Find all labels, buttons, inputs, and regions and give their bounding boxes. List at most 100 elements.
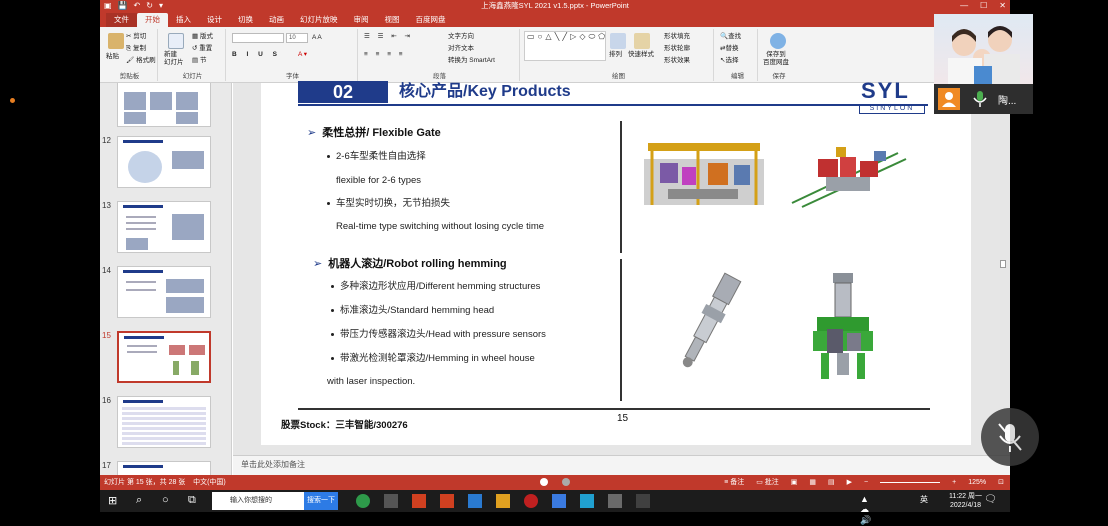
shapes-gallery[interactable]: ▭○△╲╱▷◇⬭⬠☆⌒⟶⬚◠⌓ xyxy=(524,31,606,61)
cortana-icon[interactable]: ○ xyxy=(162,494,176,508)
browser-search-button[interactable]: 搜索一下 xyxy=(304,492,338,510)
app-icon[interactable] xyxy=(552,494,566,508)
new-slide-button[interactable]: 新建 幻灯片 xyxy=(164,51,184,67)
hemming-head-image[interactable] xyxy=(668,267,748,377)
shape-effects-button[interactable]: 形状效果 xyxy=(664,57,690,65)
copy-button[interactable]: ⎘ 复制 xyxy=(126,45,146,53)
tab-review[interactable]: 审阅 xyxy=(346,13,377,27)
thumbnail-row[interactable] xyxy=(100,83,231,127)
tab-view[interactable]: 视图 xyxy=(377,13,408,27)
microphone-icon[interactable] xyxy=(972,90,988,108)
zoom-out-button[interactable]: − xyxy=(864,475,868,490)
task-view-icon[interactable]: ⧉ xyxy=(188,494,202,508)
arrange-icon[interactable] xyxy=(610,33,626,49)
arrange-button[interactable]: 排列 xyxy=(609,51,622,59)
zoom-level[interactable]: 125% xyxy=(968,475,986,490)
notification-icon[interactable]: 🗨 xyxy=(984,494,998,508)
hemming-head-sensor-image[interactable] xyxy=(803,271,883,389)
slide-thumbnails-panel[interactable]: 12 13 14 15 16 17 xyxy=(100,83,232,475)
bullet-item[interactable]: 车型实时切换，无节拍损失 xyxy=(327,198,450,210)
powerpoint-app-icon[interactable] xyxy=(440,494,454,508)
slide-thumbnail[interactable] xyxy=(117,201,211,253)
bullet-item[interactable]: 2-6车型柔性自由选择 xyxy=(327,151,426,163)
slide-title[interactable]: 核心产品/Key Products xyxy=(399,82,571,102)
save-to-netdisk-button[interactable]: 保存到 百度网盘 xyxy=(763,51,789,67)
mute-mic-button[interactable] xyxy=(981,408,1039,466)
app-icon[interactable] xyxy=(608,494,622,508)
tray-icons[interactable]: ▲ ☁ 🔊 xyxy=(860,494,874,525)
section-heading-robot-hemming[interactable]: ➢ 机器人滚边/Robot rolling hemming xyxy=(313,257,507,271)
reading-view-icon[interactable]: ▤ xyxy=(828,475,835,490)
quick-styles-button[interactable]: 快速样式 xyxy=(628,51,654,59)
paste-button[interactable]: 粘贴 xyxy=(106,53,119,61)
find-button[interactable]: 🔍查找 xyxy=(720,33,741,41)
slide-thumbnail-active[interactable] xyxy=(117,331,211,383)
slide-thumbnail[interactable] xyxy=(117,266,211,318)
video-call-tile[interactable]: 陶... xyxy=(934,14,1033,114)
thumbnail-row[interactable]: 12 xyxy=(100,136,231,188)
wechat-app-icon[interactable] xyxy=(356,494,370,508)
tab-slideshow[interactable]: 幻灯片放映 xyxy=(292,13,346,27)
bullet-item[interactable]: 标准滚边头/Standard hemming head xyxy=(331,305,494,317)
shape-outline-button[interactable]: 形状轮廓 xyxy=(664,45,690,53)
comments-toggle[interactable]: ▭ 批注 xyxy=(756,475,779,490)
quick-styles-icon[interactable] xyxy=(634,33,650,49)
flexible-gate-layout-image[interactable] xyxy=(788,143,908,209)
tab-animations[interactable]: 动画 xyxy=(261,13,292,27)
slide-thumbnail[interactable] xyxy=(117,461,211,475)
app-icon[interactable] xyxy=(412,494,426,508)
font-size-box[interactable]: 10 xyxy=(286,33,308,43)
slide-thumbnail[interactable] xyxy=(117,396,211,448)
section-button[interactable]: ▤ 节 xyxy=(192,57,206,65)
search-icon[interactable]: ⌕ xyxy=(136,494,150,508)
bullet-item[interactable]: 带压力传感器滚边头/Head with pressure sensors xyxy=(331,329,546,341)
tab-home[interactable]: 开始 xyxy=(137,13,168,27)
font-color-button[interactable]: A ▾ xyxy=(298,51,307,59)
bullet-item[interactable]: 多种滚边形状应用/Different hemming structures xyxy=(331,281,540,293)
zoom-in-button[interactable]: + xyxy=(952,475,956,490)
zoom-slider[interactable] xyxy=(880,482,941,483)
thumbnail-row[interactable]: 14 xyxy=(100,266,231,318)
slide-thumbnail[interactable] xyxy=(117,136,211,188)
font-grow-shrink[interactable]: A A xyxy=(312,34,322,42)
app-icon[interactable] xyxy=(384,494,398,508)
new-slide-icon[interactable] xyxy=(168,33,184,49)
align-buttons[interactable]: ≡ ≡ ≡ ≡ xyxy=(364,51,406,59)
text-direction-button[interactable]: 文字方向 xyxy=(448,33,474,41)
sorter-view-icon[interactable]: ▦ xyxy=(809,475,816,490)
minimize-button[interactable]: — xyxy=(960,0,968,11)
bullet-continuation[interactable]: flexible for 2-6 types xyxy=(336,175,421,187)
tab-transitions[interactable]: 切换 xyxy=(230,13,261,27)
language-indicator[interactable]: 中文(中国) xyxy=(193,479,226,486)
ime-indicator[interactable]: 英 xyxy=(920,494,934,508)
font-style-buttons[interactable]: B I U S xyxy=(232,51,281,59)
browser-search-input[interactable]: 输入你想搜的 xyxy=(212,492,304,510)
tab-file[interactable]: 文件 xyxy=(106,13,137,27)
close-button[interactable]: ✕ xyxy=(999,0,1006,11)
notes-toggle[interactable]: ≡ 备注 xyxy=(724,475,744,490)
select-button[interactable]: ↖选择 xyxy=(720,57,738,65)
app-icon[interactable] xyxy=(496,494,510,508)
maximize-button[interactable]: ☐ xyxy=(980,0,987,11)
tab-insert[interactable]: 插入 xyxy=(168,13,199,27)
thumbnail-row[interactable]: 17 xyxy=(100,461,231,475)
smartart-button[interactable]: 转换为 SmartArt xyxy=(448,57,495,65)
format-painter-button[interactable]: 🖌 格式刷 xyxy=(126,57,156,65)
layout-button[interactable]: ▦ 版式 xyxy=(192,33,213,41)
notes-pane[interactable]: 单击此处添加备注 xyxy=(233,455,1010,475)
replace-button[interactable]: ⇄替换 xyxy=(720,45,738,53)
system-clock[interactable]: 11:22 周一 2022/4/18 xyxy=(949,492,982,510)
section-heading-flexible-gate[interactable]: ➢ 柔性总拼/ Flexible Gate xyxy=(307,126,441,140)
thumbnail-row-active[interactable]: 15 xyxy=(100,331,231,387)
align-text-button[interactable]: 对齐文本 xyxy=(448,45,474,53)
app-icon[interactable] xyxy=(524,494,538,508)
tab-baidu-netdisk[interactable]: 百度网盘 xyxy=(408,13,454,27)
list-buttons[interactable]: ☰ ☰ ⇤ ⇥ xyxy=(364,33,413,41)
slideshow-view-icon[interactable]: ▶ xyxy=(847,475,852,490)
fit-slide-icon[interactable]: ⊡ xyxy=(998,475,1004,490)
tab-design[interactable]: 设计 xyxy=(199,13,230,27)
thumbnail-row[interactable]: 13 xyxy=(100,201,231,253)
paste-icon[interactable] xyxy=(108,33,124,49)
bullet-continuation[interactable]: with laser inspection. xyxy=(327,376,415,388)
start-icon[interactable]: ⊞ xyxy=(108,494,122,508)
